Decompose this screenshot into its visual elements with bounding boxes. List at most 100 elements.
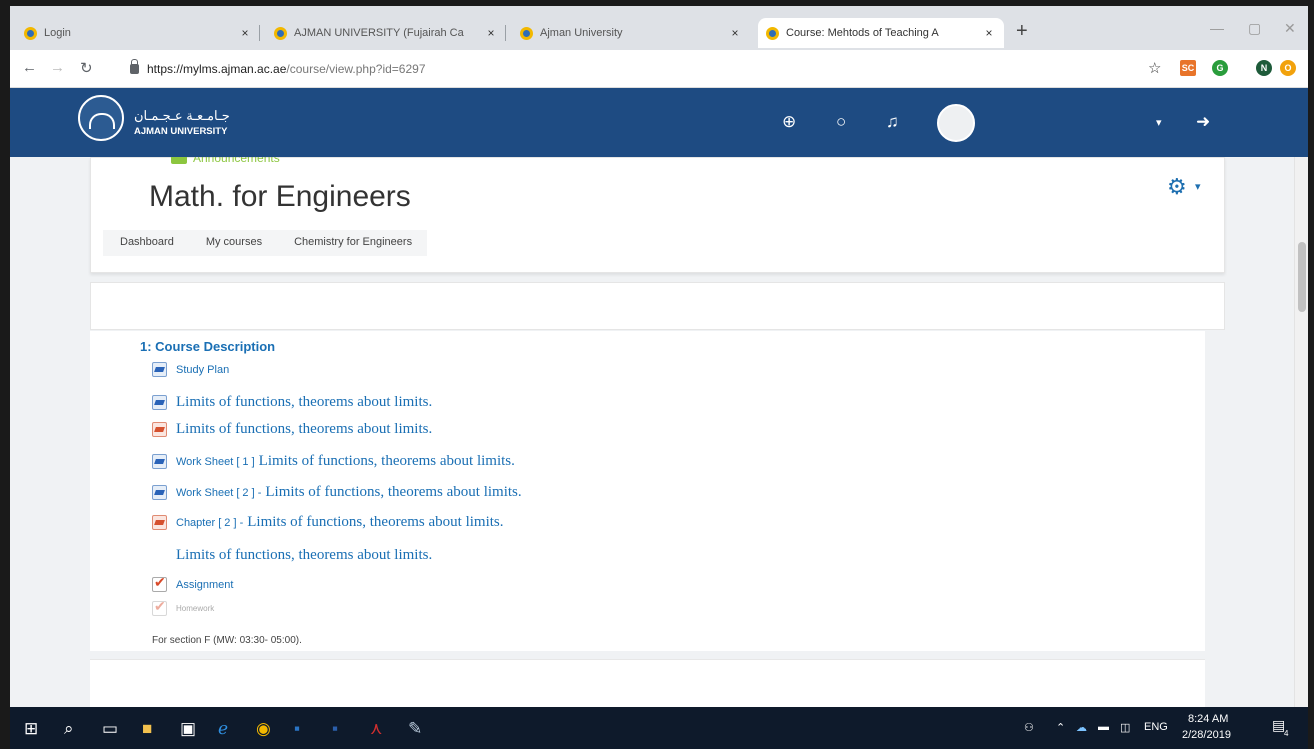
activity-study-plan[interactable]: Study Plan [152,362,229,377]
browser-toolbar: ← → ↻ https://mylms.ajman.ac.ae /course/… [10,50,1308,88]
windows-start-icon[interactable]: ⊞ [24,719,38,739]
back-arrow-icon[interactable]: ← [22,59,37,76]
page-body: Announcements Math. for Engineers ⚙ ▾ Da… [10,157,1308,707]
people-icon[interactable]: ⚇ [1024,721,1034,734]
language-globe-icon[interactable]: ⊕ [782,112,796,132]
forum-icon [171,157,187,164]
activity-limits-word[interactable]: Limits of functions, theorems about limi… [152,394,432,411]
tab-title: AJMAN UNIVERSITY (Fujairah Ca [294,27,464,39]
tab-title: Login [44,27,71,39]
search-icon[interactable]: ⌕ [64,719,74,739]
bookmark-star-icon[interactable]: ☆ [1148,59,1161,77]
tray-chevron-icon[interactable]: ⌃ [1056,721,1065,734]
acrobat-icon[interactable]: ⋏ [370,719,382,739]
activity-homework[interactable]: Homework [152,598,214,616]
scrollbar-thumb[interactable] [1298,242,1306,312]
forward-arrow-icon[interactable]: → [50,59,65,76]
pdf-icon [152,422,167,437]
outlook-icon[interactable]: ▪ [294,719,300,739]
extension-sc-icon[interactable]: SC [1180,60,1196,76]
paint-icon[interactable]: ✎ [408,719,422,739]
task-view-icon[interactable]: ▭ [102,719,118,739]
globe-favicon-icon [24,26,37,40]
edge-icon[interactable]: ℯ [218,719,228,739]
brand-arabic: جـامـعـة عـجـمـان [134,108,230,123]
section-note: For section F (MW: 03:30- 05:00). [152,635,302,646]
messages-bubble-icon[interactable]: ○ [836,112,846,132]
page-scrollbar[interactable] [1294,157,1308,707]
page-title: Math. for Engineers [149,180,411,213]
file-explorer-icon[interactable]: ■ [142,719,152,739]
notifications-bell-icon[interactable]: ♫ [886,112,899,132]
gear-icon[interactable]: ⚙ [1167,174,1187,200]
word-icon [152,395,167,410]
chrome-icon[interactable]: ◉ [256,719,271,739]
brand-english: AJMAN UNIVERSITY [134,126,228,137]
store-icon[interactable]: ▣ [180,719,196,739]
profile-n-icon[interactable]: N [1256,60,1272,76]
activity-chapter-2[interactable]: Chapter [ 2 ] - Limits of functions, the… [152,514,504,531]
course-header: Announcements Math. for Engineers ⚙ ▾ Da… [90,157,1225,273]
activity-assignment[interactable]: Assignment [152,574,233,592]
word-icon [152,454,167,469]
globe-favicon-icon [766,26,779,40]
pdf-icon [152,515,167,530]
tab-title: Ajman University [540,27,623,39]
minimize-icon[interactable]: — [1210,20,1224,36]
activity-limits-pdf[interactable]: Limits of functions, theorems about limi… [152,421,432,438]
volume-icon[interactable]: ◫ [1120,721,1130,734]
section-0-block [90,282,1225,330]
browser-tab-strip: Login × AJMAN UNIVERSITY (Fujairah Ca × … [10,6,1308,50]
activity-worksheet-1[interactable]: Work Sheet [ 1 ] Limits of functions, th… [152,453,515,470]
tab-login[interactable]: Login × [16,18,260,48]
globe-favicon-icon [520,26,533,40]
notification-count: 4 [1284,729,1289,738]
clock-date[interactable]: 2/28/2019 [1182,729,1231,741]
word-app-icon[interactable]: ▪ [332,719,338,739]
maximize-icon[interactable]: ▢ [1248,20,1261,37]
course-section-2 [90,659,1205,707]
globe-favicon-icon [274,26,287,40]
word-icon [152,362,167,377]
close-tab-icon[interactable]: × [728,26,742,40]
close-tab-icon[interactable]: × [982,26,996,40]
section-title[interactable]: 1: Course Description [140,339,275,354]
logout-icon[interactable]: ➜ [1196,112,1210,132]
tab-ajman-fujairah[interactable]: AJMAN UNIVERSITY (Fujairah Ca × [266,18,506,48]
course-section-1: 1: Course Description Study Plan Limits … [90,331,1205,707]
tab-ajman-university[interactable]: Ajman University × [512,18,750,48]
announcements-link[interactable]: Announcements [171,157,280,166]
address-bar[interactable]: https://mylms.ajman.ac.ae /course/view.p… [130,56,1145,82]
assignment-icon [152,574,167,592]
network-icon[interactable]: ▬ [1098,721,1109,733]
chevron-down-icon[interactable]: ▾ [1195,180,1201,193]
breadcrumb-my-courses[interactable]: My courses [189,230,277,256]
language-indicator[interactable]: ENG [1144,721,1168,733]
extension-o-icon[interactable]: O [1280,60,1296,76]
url-host: https://mylms.ajman.ac.ae [147,62,287,76]
close-window-icon[interactable]: ✕ [1284,20,1296,37]
url-path: /course/view.php?id=6297 [286,62,426,76]
windows-taskbar: ⊞ ⌕ ▭ ■ ▣ ℯ ◉ ▪ ▪ ⋏ ✎ ⚇ ⌃ ☁ ▬ ◫ ENG 8:24… [10,707,1308,749]
tab-title: Course: Mehtods of Teaching A [786,27,939,39]
activity-limits-page[interactable]: Limits of functions, theorems about limi… [152,547,432,707]
university-logo[interactable] [78,95,124,141]
word-icon [152,485,167,500]
user-menu-caret-icon[interactable]: ▾ [1156,116,1162,129]
assignment-icon [152,598,167,616]
new-tab-button[interactable]: + [1016,20,1028,43]
breadcrumb-course[interactable]: Chemistry for Engineers [277,230,427,256]
clock-time[interactable]: 8:24 AM [1188,713,1228,725]
close-tab-icon[interactable]: × [484,26,498,40]
activity-worksheet-2[interactable]: Work Sheet [ 2 ] - Limits of functions, … [152,484,522,501]
site-navbar: جـامـعـة عـجـمـان AJMAN UNIVERSITY ⊕ ○ ♫… [10,88,1308,157]
onedrive-icon[interactable]: ☁ [1076,721,1087,734]
breadcrumb: Dashboard My courses Chemistry for Engin… [103,230,428,256]
close-tab-icon[interactable]: × [238,26,252,40]
lock-icon [130,59,139,74]
tab-course-active[interactable]: Course: Mehtods of Teaching A × [758,18,1004,48]
breadcrumb-dashboard[interactable]: Dashboard [103,230,189,256]
reload-icon[interactable]: ↻ [80,59,93,77]
user-avatar[interactable] [937,104,975,142]
extension-g-icon[interactable]: G [1212,60,1228,76]
